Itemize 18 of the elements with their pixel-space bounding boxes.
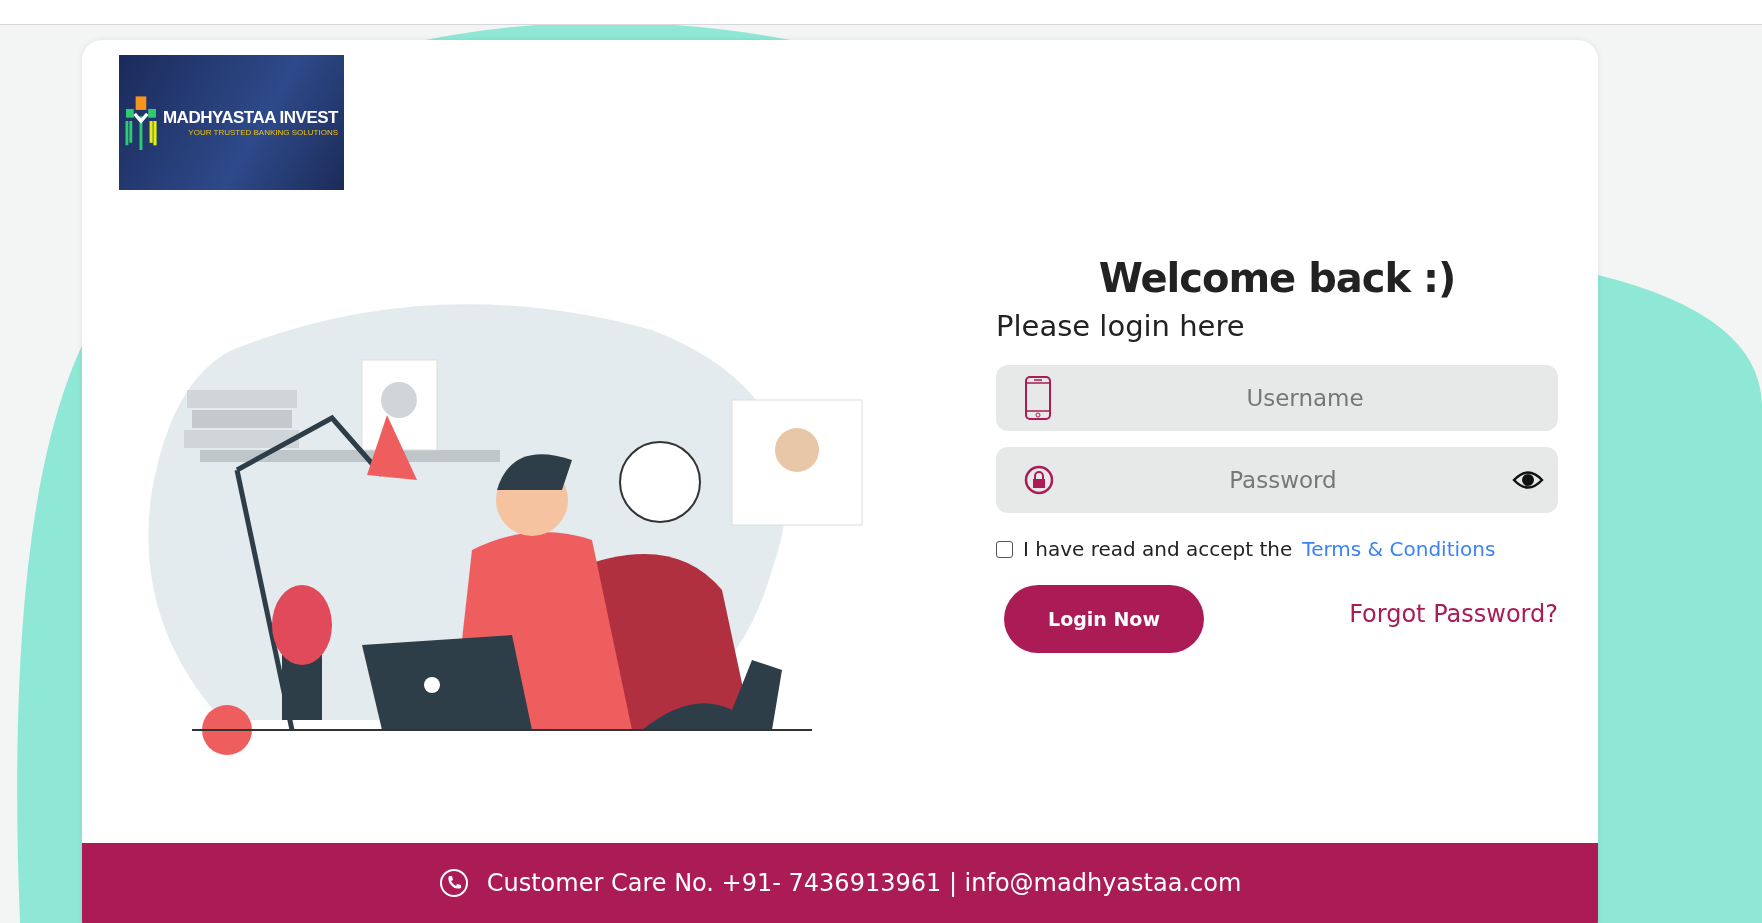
eye-icon[interactable]: [1512, 469, 1544, 491]
terms-link[interactable]: Terms & Conditions: [1302, 537, 1496, 561]
customer-care-text: Customer Care No. +91- 7436913961 | info@madhyastaa.com: [486, 869, 1242, 897]
login-button[interactable]: Login Now: [1004, 585, 1204, 653]
logo-tagline: YOUR TRUSTED BANKING SOLUTIONS: [188, 128, 338, 137]
username-input[interactable]: Username: [1066, 384, 1544, 412]
terms-text: I have read and accept the: [1023, 537, 1293, 561]
login-subtitle: Please login here: [996, 309, 1246, 343]
mobile-phone-icon: [1024, 375, 1052, 421]
username-field[interactable]: Username: [996, 365, 1558, 431]
password-field[interactable]: Password: [996, 447, 1558, 513]
logo-name: MADHYASTAA INVEST: [162, 108, 338, 128]
forgot-password-link[interactable]: Forgot Password?: [1349, 600, 1558, 628]
phone-icon: [438, 868, 469, 898]
lock-icon: [1024, 465, 1054, 495]
terms-checkbox[interactable]: [996, 540, 1013, 558]
password-input[interactable]: Password: [1068, 466, 1498, 494]
welcome-heading: Welcome back :): [1097, 255, 1457, 301]
